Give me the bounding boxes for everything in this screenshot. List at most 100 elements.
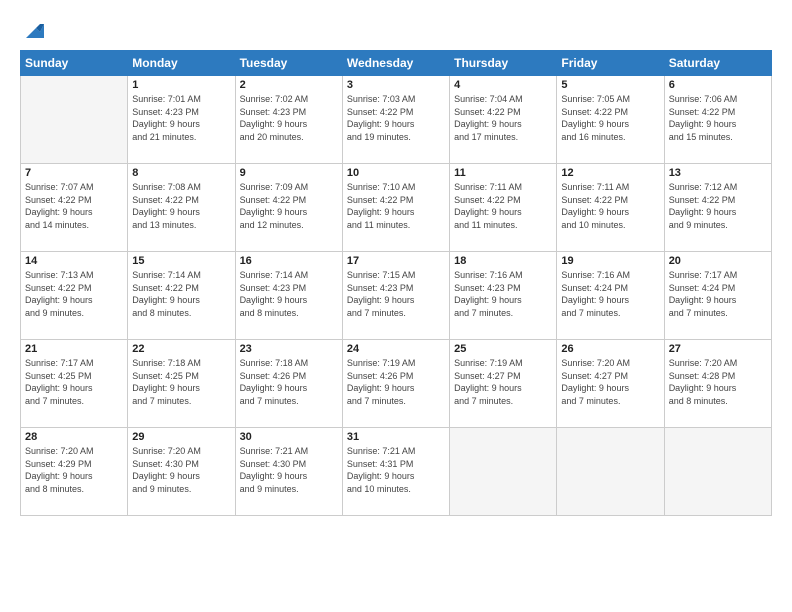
header <box>20 16 772 42</box>
calendar-week-row: 7Sunrise: 7:07 AM Sunset: 4:22 PM Daylig… <box>21 164 772 252</box>
day-info: Sunrise: 7:08 AM Sunset: 4:22 PM Dayligh… <box>132 181 230 231</box>
day-number: 23 <box>240 343 338 355</box>
day-number: 22 <box>132 343 230 355</box>
day-info: Sunrise: 7:13 AM Sunset: 4:22 PM Dayligh… <box>25 269 123 319</box>
calendar-day-cell: 4 Sunrise: 7:04 AM Sunset: 4:22 PM Daylig… <box>450 76 557 164</box>
day-number: 26 <box>561 343 659 355</box>
day-number: 13 <box>669 167 767 179</box>
day-of-week-header: Friday <box>557 51 664 76</box>
calendar-day-cell: 6Sunrise: 7:06 AM Sunset: 4:22 PM Daylig… <box>664 76 771 164</box>
day-of-week-header: Monday <box>128 51 235 76</box>
day-of-week-header: Wednesday <box>342 51 449 76</box>
day-info: Sunrise: 7:02 AM Sunset: 4:23 PM Dayligh… <box>240 93 338 143</box>
day-number: 20 <box>669 255 767 267</box>
day-info: Sunrise: 7:14 AM Sunset: 4:22 PM Dayligh… <box>132 269 230 319</box>
day-info: Sunrise: 7:18 AM Sunset: 4:26 PM Dayligh… <box>240 357 338 407</box>
day-info: Sunrise: 7:20 AM Sunset: 4:29 PM Dayligh… <box>25 445 123 495</box>
day-number: 21 <box>25 343 123 355</box>
calendar-day-cell: 22 Sunrise: 7:18 AM Sunset: 4:25 PM Dayli… <box>128 340 235 428</box>
day-info: Sunrise: 7:17 AM Sunset: 4:24 PM Dayligh… <box>669 269 767 319</box>
day-number: 2 <box>240 79 338 91</box>
calendar-day-cell: 8 Sunrise: 7:08 AM Sunset: 4:22 PM Daylig… <box>128 164 235 252</box>
calendar-day-cell: 1Sunrise: 7:01 AM Sunset: 4:23 PM Daylig… <box>128 76 235 164</box>
day-number: 19 <box>561 255 659 267</box>
day-of-week-header: Saturday <box>664 51 771 76</box>
day-info: Sunrise: 7:20 AM Sunset: 4:27 PM Dayligh… <box>561 357 659 407</box>
calendar-day-cell: 3 Sunrise: 7:03 AM Sunset: 4:22 PM Daylig… <box>342 76 449 164</box>
day-info: Sunrise: 7:21 AM Sunset: 4:30 PM Dayligh… <box>240 445 338 495</box>
day-number: 10 <box>347 167 445 179</box>
day-info: Sunrise: 7:09 AM Sunset: 4:22 PM Dayligh… <box>240 181 338 231</box>
day-info: Sunrise: 7:17 AM Sunset: 4:25 PM Dayligh… <box>25 357 123 407</box>
calendar-day-cell: 15Sunrise: 7:14 AM Sunset: 4:22 PM Dayli… <box>128 252 235 340</box>
calendar-week-row: 1Sunrise: 7:01 AM Sunset: 4:23 PM Daylig… <box>21 76 772 164</box>
calendar-day-cell: 28 Sunrise: 7:20 AM Sunset: 4:29 PM Dayli… <box>21 428 128 516</box>
day-info: Sunrise: 7:14 AM Sunset: 4:23 PM Dayligh… <box>240 269 338 319</box>
day-info: Sunrise: 7:19 AM Sunset: 4:27 PM Dayligh… <box>454 357 552 407</box>
calendar-day-cell: 24 Sunrise: 7:19 AM Sunset: 4:26 PM Dayli… <box>342 340 449 428</box>
calendar-day-cell: 5 Sunrise: 7:05 AM Sunset: 4:22 PM Daylig… <box>557 76 664 164</box>
calendar-week-row: 21 Sunrise: 7:17 AM Sunset: 4:25 PM Dayli… <box>21 340 772 428</box>
calendar-day-cell: 18 Sunrise: 7:16 AM Sunset: 4:23 PM Dayli… <box>450 252 557 340</box>
day-number: 25 <box>454 343 552 355</box>
calendar-week-row: 14 Sunrise: 7:13 AM Sunset: 4:22 PM Dayli… <box>21 252 772 340</box>
day-number: 4 <box>454 79 552 91</box>
calendar-day-cell: 11 Sunrise: 7:11 AM Sunset: 4:22 PM Dayli… <box>450 164 557 252</box>
day-number: 16 <box>240 255 338 267</box>
day-info: Sunrise: 7:05 AM Sunset: 4:22 PM Dayligh… <box>561 93 659 143</box>
day-number: 17 <box>347 255 445 267</box>
calendar-day-cell <box>664 428 771 516</box>
calendar-day-cell: 30 Sunrise: 7:21 AM Sunset: 4:30 PM Dayli… <box>235 428 342 516</box>
day-of-week-header: Tuesday <box>235 51 342 76</box>
calendar-day-cell: 7Sunrise: 7:07 AM Sunset: 4:22 PM Daylig… <box>21 164 128 252</box>
calendar-day-cell: 25 Sunrise: 7:19 AM Sunset: 4:27 PM Dayli… <box>450 340 557 428</box>
day-info: Sunrise: 7:19 AM Sunset: 4:26 PM Dayligh… <box>347 357 445 407</box>
day-info: Sunrise: 7:16 AM Sunset: 4:23 PM Dayligh… <box>454 269 552 319</box>
day-number: 11 <box>454 167 552 179</box>
calendar-day-cell: 10 Sunrise: 7:10 AM Sunset: 4:22 PM Dayli… <box>342 164 449 252</box>
day-info: Sunrise: 7:21 AM Sunset: 4:31 PM Dayligh… <box>347 445 445 495</box>
day-info: Sunrise: 7:06 AM Sunset: 4:22 PM Dayligh… <box>669 93 767 143</box>
calendar-day-cell: 27Sunrise: 7:20 AM Sunset: 4:28 PM Dayli… <box>664 340 771 428</box>
calendar-day-cell: 31 Sunrise: 7:21 AM Sunset: 4:31 PM Dayli… <box>342 428 449 516</box>
day-info: Sunrise: 7:04 AM Sunset: 4:22 PM Dayligh… <box>454 93 552 143</box>
calendar-day-cell: 17 Sunrise: 7:15 AM Sunset: 4:23 PM Dayli… <box>342 252 449 340</box>
day-number: 3 <box>347 79 445 91</box>
day-info: Sunrise: 7:20 AM Sunset: 4:30 PM Dayligh… <box>132 445 230 495</box>
calendar-day-cell <box>21 76 128 164</box>
calendar-day-cell: 13 Sunrise: 7:12 AM Sunset: 4:22 PM Dayli… <box>664 164 771 252</box>
day-info: Sunrise: 7:15 AM Sunset: 4:23 PM Dayligh… <box>347 269 445 319</box>
day-number: 24 <box>347 343 445 355</box>
day-number: 31 <box>347 431 445 443</box>
day-info: Sunrise: 7:01 AM Sunset: 4:23 PM Dayligh… <box>132 93 230 143</box>
day-number: 28 <box>25 431 123 443</box>
day-of-week-header: Thursday <box>450 51 557 76</box>
day-info: Sunrise: 7:11 AM Sunset: 4:22 PM Dayligh… <box>454 181 552 231</box>
day-number: 8 <box>132 167 230 179</box>
day-number: 18 <box>454 255 552 267</box>
calendar-day-cell: 12Sunrise: 7:11 AM Sunset: 4:22 PM Dayli… <box>557 164 664 252</box>
day-number: 9 <box>240 167 338 179</box>
day-info: Sunrise: 7:12 AM Sunset: 4:22 PM Dayligh… <box>669 181 767 231</box>
calendar-day-cell: 21 Sunrise: 7:17 AM Sunset: 4:25 PM Dayli… <box>21 340 128 428</box>
day-info: Sunrise: 7:03 AM Sunset: 4:22 PM Dayligh… <box>347 93 445 143</box>
calendar-day-cell: 9 Sunrise: 7:09 AM Sunset: 4:22 PM Daylig… <box>235 164 342 252</box>
page: SundayMondayTuesdayWednesdayThursdayFrid… <box>0 0 792 612</box>
day-number: 29 <box>132 431 230 443</box>
day-info: Sunrise: 7:16 AM Sunset: 4:24 PM Dayligh… <box>561 269 659 319</box>
calendar-header-row: SundayMondayTuesdayWednesdayThursdayFrid… <box>21 51 772 76</box>
calendar-day-cell: 19 Sunrise: 7:16 AM Sunset: 4:24 PM Dayli… <box>557 252 664 340</box>
day-info: Sunrise: 7:20 AM Sunset: 4:28 PM Dayligh… <box>669 357 767 407</box>
day-info: Sunrise: 7:18 AM Sunset: 4:25 PM Dayligh… <box>132 357 230 407</box>
day-info: Sunrise: 7:10 AM Sunset: 4:22 PM Dayligh… <box>347 181 445 231</box>
calendar-day-cell: 2 Sunrise: 7:02 AM Sunset: 4:23 PM Daylig… <box>235 76 342 164</box>
calendar-table: SundayMondayTuesdayWednesdayThursdayFrid… <box>20 50 772 516</box>
calendar-day-cell: 23 Sunrise: 7:18 AM Sunset: 4:26 PM Dayli… <box>235 340 342 428</box>
day-info: Sunrise: 7:07 AM Sunset: 4:22 PM Dayligh… <box>25 181 123 231</box>
day-number: 14 <box>25 255 123 267</box>
day-number: 30 <box>240 431 338 443</box>
day-number: 5 <box>561 79 659 91</box>
calendar-day-cell: 26 Sunrise: 7:20 AM Sunset: 4:27 PM Dayli… <box>557 340 664 428</box>
calendar-day-cell: 20 Sunrise: 7:17 AM Sunset: 4:24 PM Dayli… <box>664 252 771 340</box>
logo-icon <box>22 20 44 42</box>
